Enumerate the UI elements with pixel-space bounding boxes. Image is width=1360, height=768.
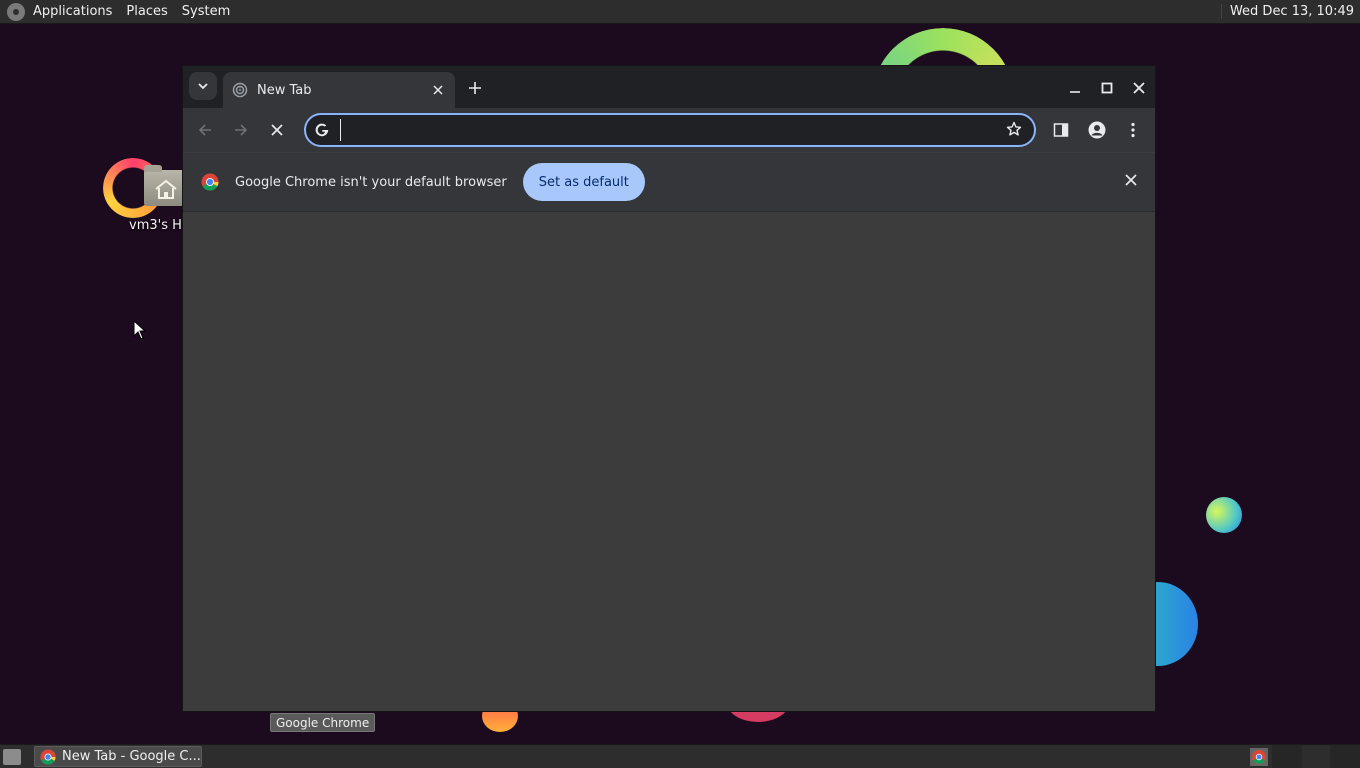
plus-icon bbox=[469, 82, 481, 94]
page-content-area[interactable] bbox=[183, 212, 1155, 711]
back-button[interactable] bbox=[193, 118, 217, 142]
side-panel-icon bbox=[1053, 123, 1069, 137]
tray-slot bbox=[1272, 745, 1302, 768]
close-window-button[interactable] bbox=[1129, 78, 1149, 98]
taskbar-task-label: New Tab - Google C... bbox=[62, 749, 201, 764]
profile-button[interactable] bbox=[1085, 118, 1109, 142]
places-menu[interactable]: Places bbox=[126, 4, 167, 19]
tab-search-button[interactable] bbox=[189, 72, 217, 100]
tray-chrome-icon[interactable] bbox=[1250, 748, 1268, 766]
profile-icon bbox=[1088, 121, 1106, 139]
tab-strip: New Tab bbox=[183, 66, 1155, 108]
taskbar-tooltip: Google Chrome bbox=[270, 713, 376, 732]
side-panel-button[interactable] bbox=[1049, 118, 1073, 142]
desktop-icon-label: vm3's Ho bbox=[129, 218, 190, 233]
close-icon bbox=[271, 124, 283, 136]
loading-favicon-icon bbox=[232, 82, 248, 98]
system-menu[interactable]: System bbox=[182, 4, 230, 19]
new-tab-button[interactable] bbox=[465, 78, 485, 98]
arrow-left-icon bbox=[198, 124, 211, 136]
minimize-button[interactable] bbox=[1065, 78, 1085, 98]
address-input[interactable] bbox=[340, 119, 990, 141]
close-icon bbox=[1133, 82, 1145, 94]
home-folder-icon bbox=[144, 165, 186, 206]
chrome-logo-icon bbox=[201, 173, 219, 191]
chrome-logo-icon bbox=[40, 748, 56, 765]
chrome-window: New Tab Google Chrome isn't your default… bbox=[182, 65, 1156, 712]
close-icon[interactable] bbox=[1125, 174, 1137, 186]
panel-clock[interactable]: Wed Dec 13, 10:49 bbox=[1220, 4, 1354, 19]
mate-logo-icon[interactable] bbox=[7, 2, 25, 21]
arrow-right-icon bbox=[235, 124, 248, 136]
tab-close-button[interactable] bbox=[430, 82, 446, 98]
minimize-icon bbox=[1070, 91, 1080, 93]
forward-button[interactable] bbox=[229, 118, 253, 142]
maximize-icon bbox=[1101, 82, 1113, 94]
maximize-button[interactable] bbox=[1097, 78, 1117, 98]
set-as-default-button[interactable]: Set as default bbox=[522, 163, 645, 201]
top-panel: Applications Places System Wed Dec 13, 1… bbox=[0, 0, 1360, 24]
address-bar[interactable] bbox=[304, 113, 1036, 147]
bottom-panel: New Tab - Google C... bbox=[0, 744, 1360, 768]
bookmark-star-icon[interactable] bbox=[1006, 121, 1022, 137]
applications-menu[interactable]: Applications bbox=[33, 4, 112, 19]
chevron-down-icon bbox=[198, 83, 208, 90]
chrome-menu-button[interactable] bbox=[1121, 118, 1145, 142]
tray-slot bbox=[1330, 745, 1360, 768]
kebab-menu-icon bbox=[1131, 122, 1135, 138]
google-g-icon bbox=[315, 123, 329, 137]
show-desktop-icon[interactable] bbox=[3, 749, 21, 765]
mouse-cursor-icon bbox=[133, 320, 147, 340]
tab-new-tab[interactable]: New Tab bbox=[223, 72, 455, 108]
default-browser-infobar: Google Chrome isn't your default browser… bbox=[183, 152, 1155, 212]
infobar-message: Google Chrome isn't your default browser bbox=[235, 174, 507, 190]
close-icon bbox=[433, 85, 443, 95]
taskbar-chrome-window[interactable]: New Tab - Google C... bbox=[34, 746, 202, 767]
stop-loading-button[interactable] bbox=[265, 118, 289, 142]
tab-title: New Tab bbox=[257, 82, 312, 98]
wallpaper-ball-decoration bbox=[1206, 497, 1242, 533]
